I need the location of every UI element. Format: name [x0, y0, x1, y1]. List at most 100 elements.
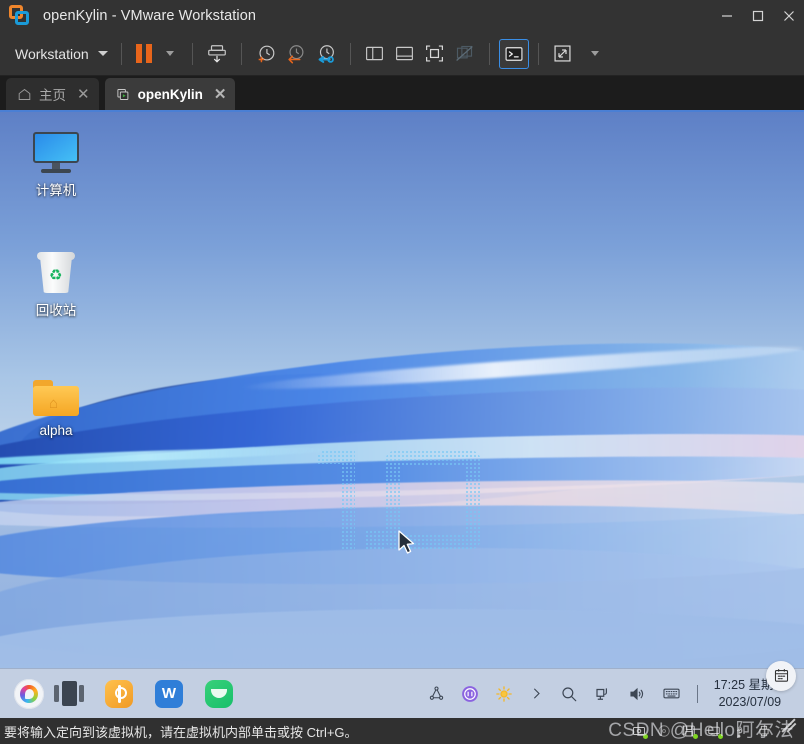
desktop-icon-computer-label: 计算机	[35, 183, 77, 198]
vmware-workstation-window: openKylin - VMware Workstation Workstati…	[0, 0, 804, 744]
clock-date: 2023/07/09	[718, 694, 782, 709]
clock-back-arrow-icon	[288, 44, 304, 63]
tab-home-label: 主页	[39, 88, 66, 103]
window-title: openKylin - VMware Workstation	[43, 8, 257, 24]
taskbar-app-updater[interactable]	[102, 677, 136, 711]
view-dropdown-button[interactable]	[582, 39, 608, 69]
arrow-cursor	[398, 530, 415, 554]
show-thumbnail-bar-button[interactable]	[390, 39, 420, 69]
desktop-wallpaper	[0, 112, 804, 718]
taskbar-clock[interactable]: 17:25 星期日 2023/07/09	[714, 660, 798, 711]
status-message: 要将输入定向到该虚拟机，请在虚拟机内部单击或按 Ctrl+G。	[4, 724, 358, 740]
minimize-icon[interactable]	[711, 0, 742, 32]
wps-letter: W	[161, 685, 177, 702]
title-bar: openKylin - VMware Workstation	[0, 0, 804, 32]
desktop-icon-computer[interactable]: 计算机	[12, 132, 100, 199]
tray-expand-icon[interactable]	[529, 686, 544, 701]
panel-left-icon	[366, 46, 384, 61]
status-usb-icon[interactable]	[732, 724, 746, 738]
taskbar-app-wps[interactable]: W	[152, 677, 186, 711]
status-printer-icon[interactable]	[757, 724, 771, 738]
show-library-button[interactable]	[360, 39, 390, 69]
tray-app-icon[interactable]	[461, 685, 479, 703]
toolbar-divider	[537, 42, 539, 65]
snapshot-manager-button[interactable]	[311, 39, 341, 69]
stretch-view-button[interactable]	[548, 39, 578, 69]
window-controls	[711, 0, 804, 32]
task-view-icon	[54, 681, 84, 706]
tray-search-icon[interactable]	[560, 685, 578, 703]
suspend-button[interactable]	[131, 39, 157, 69]
fullscreen-brackets-icon	[426, 45, 444, 62]
toolbar-divider	[488, 42, 490, 65]
download-to-disk-icon	[207, 44, 226, 63]
expand-arrows-icon	[554, 45, 571, 62]
full-screen-button[interactable]	[420, 39, 450, 69]
maximize-icon[interactable]	[742, 0, 773, 32]
toolbar-divider	[240, 42, 242, 65]
chevron-down-icon	[165, 51, 174, 56]
tray-keyboard-icon[interactable]	[662, 684, 681, 703]
desktop-icon-trash[interactable]: ♻ 回收站	[12, 252, 100, 319]
status-floppy-icon[interactable]	[682, 724, 698, 739]
workstation-menu-button[interactable]: Workstation	[11, 43, 112, 65]
home-icon	[18, 88, 31, 100]
toolbar-divider	[120, 42, 122, 65]
status-bar: 要将输入定向到该虚拟机，请在虚拟机内部单击或按 Ctrl+G。 CSDN @He…	[0, 718, 804, 744]
vm-desktop-screen[interactable]: 计算机 ♻ 回收站 ⌂ alpha W 17:25 星期日 2023/07/09	[0, 112, 804, 718]
status-device-icons	[632, 724, 804, 739]
tray-display-icon[interactable]	[594, 685, 612, 703]
tab-bar: 主页 ✕ openKylin ✕	[0, 76, 804, 112]
install-tools-button[interactable]	[202, 39, 232, 69]
desktop-icon-alpha[interactable]: ⌂ alpha	[12, 380, 100, 438]
desktop-icon-trash-label: 回收站	[35, 303, 77, 318]
unity-disabled-icon	[456, 45, 473, 61]
console-view-button[interactable]	[498, 38, 529, 69]
vm-play-icon	[116, 88, 128, 100]
tab-openkylin[interactable]: openKylin ✕	[104, 78, 236, 110]
pause-icon	[135, 44, 152, 63]
taskbar-app-browser[interactable]	[12, 677, 46, 711]
home-folder-icon: ⌂	[33, 380, 79, 418]
workstation-menu-label: Workstation	[15, 45, 89, 62]
tray-share-icon[interactable]	[428, 685, 445, 702]
unity-mode-button[interactable]	[450, 39, 480, 69]
calendar-icon[interactable]	[766, 660, 796, 691]
toolbar-divider	[349, 42, 351, 65]
power-dropdown-button[interactable]	[157, 39, 183, 69]
chevron-down-icon	[97, 51, 108, 56]
taskbar-app-list: W	[0, 677, 236, 711]
kylin-taskbar: W 17:25 星期日 2023/07/09	[0, 660, 804, 718]
tab-home-close-icon[interactable]: ✕	[77, 87, 90, 102]
take-snapshot-button[interactable]	[251, 39, 281, 69]
chevron-down-icon	[590, 51, 599, 56]
tray-divider	[696, 684, 698, 703]
main-toolbar: Workstation	[0, 32, 804, 76]
tab-openkylin-label: openKylin	[137, 86, 203, 102]
tab-openkylin-close-icon[interactable]: ✕	[214, 87, 227, 102]
taskbar-app-switcher[interactable]	[52, 677, 86, 711]
close-icon[interactable]	[773, 0, 804, 32]
revert-snapshot-button[interactable]	[281, 39, 311, 69]
clock-wrench-icon	[318, 44, 334, 63]
orange-tool-icon	[105, 679, 133, 708]
green-mail-icon	[205, 679, 233, 708]
tab-home[interactable]: 主页 ✕	[6, 78, 99, 110]
status-cd-dvd-icon[interactable]	[657, 724, 671, 738]
tray-volume-icon[interactable]	[628, 685, 646, 703]
wps-office-icon: W	[155, 679, 183, 708]
taskbar-tray: 17:25 星期日 2023/07/09	[428, 660, 804, 711]
tray-brightness-icon[interactable]	[495, 685, 513, 703]
status-network-icon[interactable]	[707, 724, 723, 739]
clock-plus-icon	[258, 45, 275, 62]
desktop-icon-alpha-label: alpha	[39, 423, 73, 438]
status-diagonal-resize-icon[interactable]	[782, 724, 796, 738]
taskbar-app-mail[interactable]	[202, 677, 236, 711]
firefox-browser-icon	[14, 678, 44, 709]
status-hard-disk-icon[interactable]	[632, 724, 648, 739]
trash-recycle-icon: ♻	[37, 252, 75, 294]
vmware-logo-icon	[9, 5, 31, 27]
panel-bottom-icon	[396, 46, 414, 61]
toolbar-divider	[191, 42, 193, 65]
terminal-icon	[505, 46, 523, 61]
